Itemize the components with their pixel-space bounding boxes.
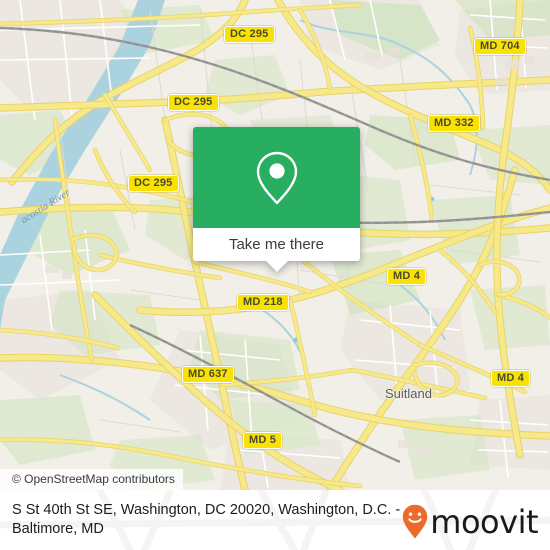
callout-pointer-tail bbox=[265, 261, 288, 272]
take-me-there-callout[interactable]: Take me there bbox=[193, 127, 360, 272]
callout-image-panel bbox=[193, 127, 360, 228]
moovit-wordmark: moovit bbox=[430, 503, 538, 541]
callout-action-panel[interactable]: Take me there bbox=[193, 228, 360, 272]
map-canvas[interactable]: .rd { fill:none; stroke:#f7e98a; stroke-… bbox=[0, 0, 550, 490]
road-shield: MD 332 bbox=[428, 115, 480, 132]
map-pin-icon bbox=[256, 151, 297, 204]
road-shield: DC 295 bbox=[128, 175, 179, 192]
road-shield: DC 295 bbox=[168, 94, 219, 111]
location-title: S St 40th St SE, Washington, DC 20020, W… bbox=[12, 502, 401, 537]
moovit-pin-smiley-icon bbox=[403, 504, 428, 539]
road-shield: MD 218 bbox=[237, 294, 289, 311]
road-shield: MD 5 bbox=[243, 432, 283, 449]
road-shield: MD 4 bbox=[491, 370, 531, 387]
map-screenshot: .rd { fill:none; stroke:#f7e98a; stroke-… bbox=[0, 0, 550, 550]
osm-attribution[interactable]: © OpenStreetMap contributors bbox=[0, 469, 183, 490]
road-shield: MD 704 bbox=[474, 38, 526, 55]
moovit-logo[interactable]: moovit bbox=[402, 504, 538, 540]
place-label-suitland: Suitland bbox=[385, 386, 432, 401]
take-me-there-label: Take me there bbox=[228, 236, 325, 253]
road-shield: DC 295 bbox=[224, 26, 275, 43]
road-shield: MD 637 bbox=[182, 366, 234, 383]
road-shield: MD 4 bbox=[387, 268, 427, 285]
footer-bar: S St 40th St SE, Washington, DC 20020, W… bbox=[0, 490, 550, 550]
